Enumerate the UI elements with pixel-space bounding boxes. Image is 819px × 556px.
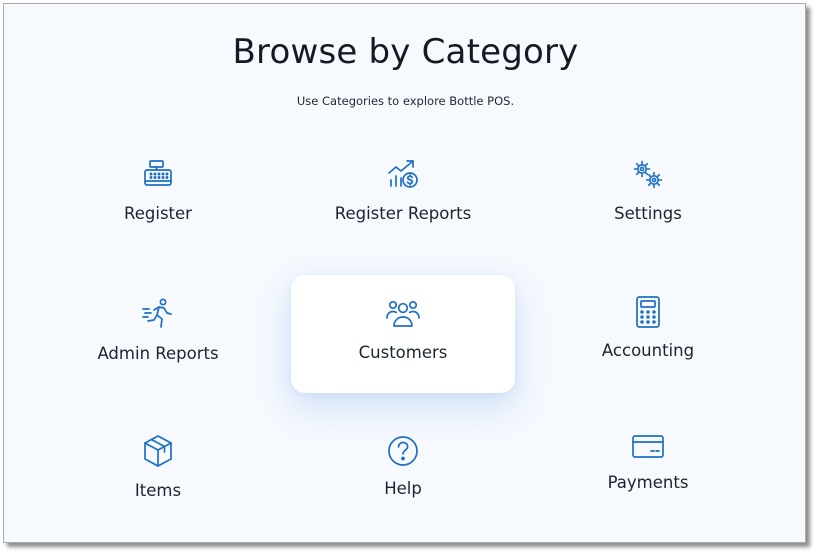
category-label: Help (384, 479, 422, 498)
category-label: Register (124, 204, 192, 223)
category-label: Customers (358, 343, 448, 362)
calculator-icon (631, 295, 665, 329)
category-help[interactable]: Help (291, 424, 515, 542)
page-subtitle: Use Categories to explore Bottle POS. (296, 94, 515, 108)
category-register-reports[interactable]: Register Reports (291, 150, 515, 268)
category-settings[interactable]: Settings (536, 150, 760, 268)
category-label: Register Reports (334, 204, 472, 223)
category-admin-reports[interactable]: Admin Reports (46, 287, 270, 405)
question-circle-icon (386, 434, 420, 468)
category-accounting[interactable]: Accounting (536, 287, 760, 405)
running-person-icon (141, 297, 175, 331)
category-label: Accounting (601, 341, 695, 360)
credit-card-icon (631, 430, 665, 464)
category-register[interactable]: Register (46, 150, 270, 268)
page-title: Browse by Category (232, 32, 579, 72)
users-group-icon (386, 297, 420, 331)
chart-growth-dollar-icon (386, 158, 420, 192)
category-browser-panel: Browse by Category Use Categories to exp… (3, 3, 806, 543)
category-payments[interactable]: Payments (536, 424, 760, 542)
category-label: Settings (614, 204, 682, 223)
box-icon (141, 434, 175, 468)
gears-icon (631, 158, 665, 192)
category-label: Payments (607, 473, 689, 492)
category-customers[interactable]: Customers (291, 275, 515, 393)
cash-register-icon (141, 158, 175, 192)
category-items[interactable]: Items (46, 424, 270, 542)
category-label: Items (134, 481, 182, 500)
category-label: Admin Reports (97, 344, 219, 363)
